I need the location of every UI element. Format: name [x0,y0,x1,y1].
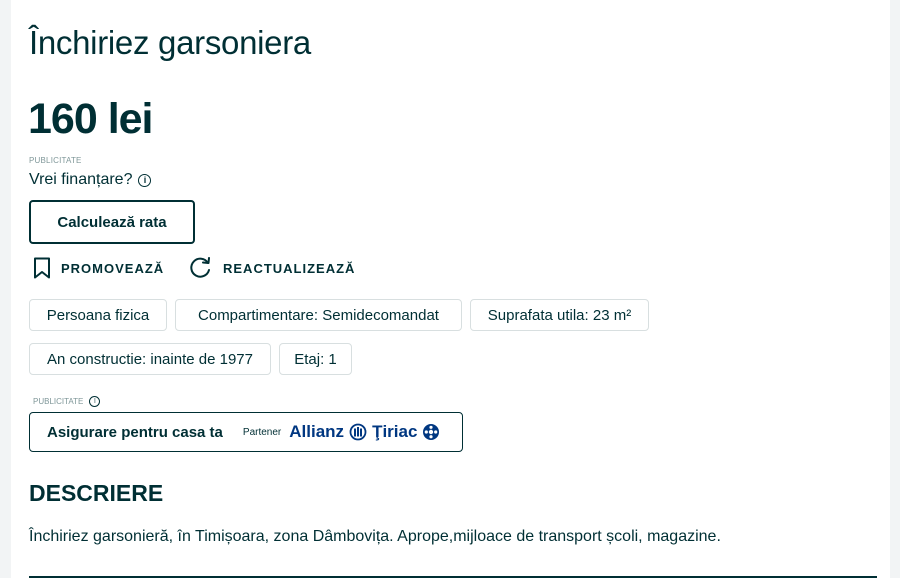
reupdate-label: REACTUALIZEAZĂ [223,260,356,276]
tiriac-emblem-icon [423,424,440,440]
refresh-icon [190,257,210,278]
allianz-eagle-icon [349,423,367,441]
allianz-tiriac-logo: Allianz Ţiriac [289,422,440,442]
calculate-rate-button[interactable]: Calculează rata [29,200,195,244]
promote-label: PROMOVEAZĂ [61,260,165,276]
tag-seller-type: Persoana fizica [29,299,167,331]
bookmark-icon [34,257,50,279]
insurance-banner[interactable]: Asigurare pentru casa ta Partener Allian… [29,412,463,452]
tag-usable-area: Suprafata utila: 23 m² [470,299,649,331]
tag-construction-year: An constructie: inainte de 1977 [29,343,271,375]
info-icon[interactable]: i [89,396,101,407]
insurance-title: Asigurare pentru casa ta [47,423,223,441]
listing-title: Închiriez garsoniera [29,24,311,61]
listing-price: 160 lei [28,95,153,143]
allianz-wordmark: Allianz [289,422,345,441]
insurance-ad-label: PUBLICITATE i [33,396,101,407]
ad-label: PUBLICITATE [29,156,82,165]
tiriac-wordmark: Ţiriac [372,422,418,441]
listing-card: Închiriez garsoniera 160 lei PUBLICITATE… [11,0,890,578]
promote-button[interactable]: PROMOVEAZĂ [33,257,164,279]
description-heading: DESCRIERE [29,480,164,506]
reupdate-button[interactable]: REACTUALIZEAZĂ [189,257,355,279]
tag-partitioning: Compartimentare: Semidecomandat [175,299,462,331]
info-icon[interactable]: i [138,173,152,187]
insurance-ad-text: PUBLICITATE [33,397,84,406]
finance-question-text: Vrei finanțare? [29,171,133,188]
tag-floor: Etaj: 1 [279,343,352,375]
finance-question: Vrei finanțare? i [29,171,152,189]
partner-label: Partener [242,426,282,438]
description-text: Închiriez garsonieră, în Timișoara, zona… [29,528,721,545]
